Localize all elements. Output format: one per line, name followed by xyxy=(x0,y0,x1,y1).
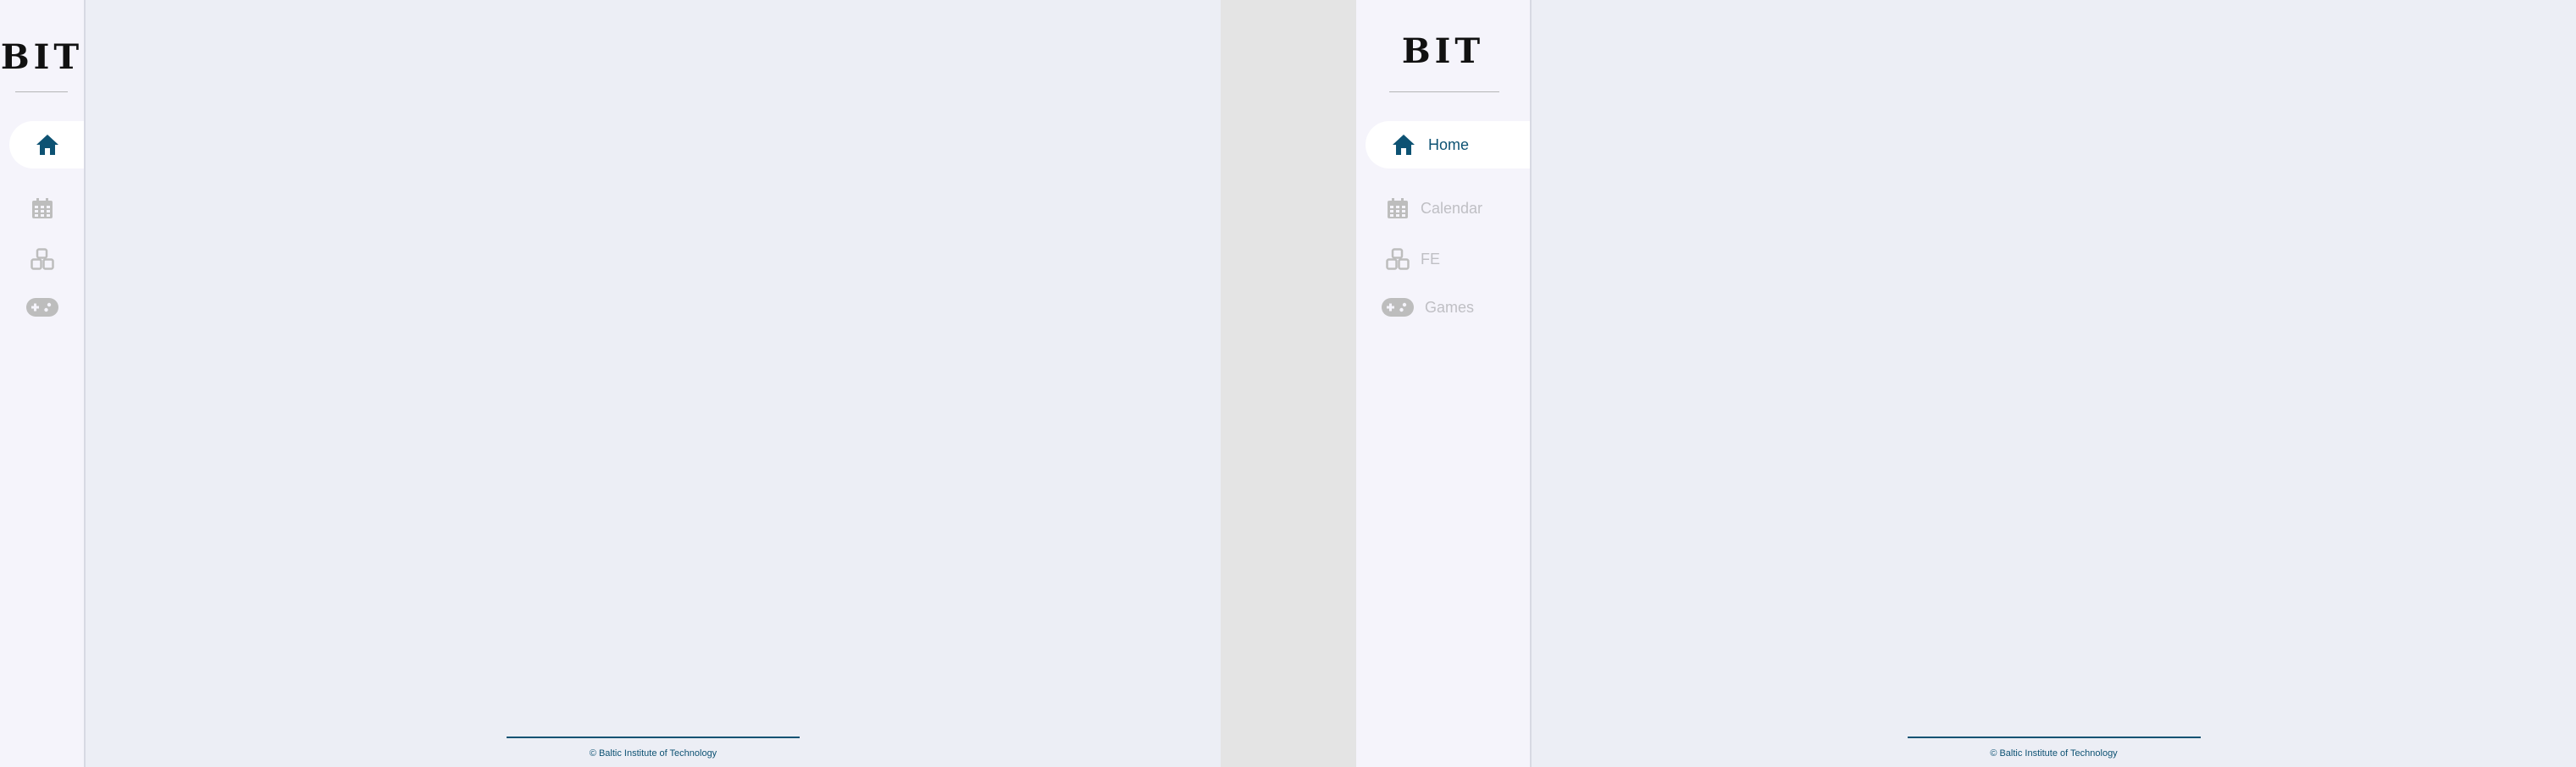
home-icon xyxy=(1391,132,1416,157)
home-icon xyxy=(35,132,60,157)
collapsed-layout: BIT © Baltic Institute of Technology xyxy=(0,0,1221,767)
expanded-layout: BIT Home Calendar FE Games © Baltic Inst… xyxy=(1356,0,2576,767)
footer-divider xyxy=(507,737,800,738)
logo-divider xyxy=(1389,91,1499,92)
sidebar-expanded: BIT Home Calendar FE Games xyxy=(1356,0,1532,767)
gamepad-icon xyxy=(1381,295,1415,320)
sidebar-item-label: FE xyxy=(1421,250,1441,268)
boxes-icon xyxy=(30,246,55,272)
brand-logo[interactable]: BIT xyxy=(1356,31,1530,71)
sidebar-item-fe[interactable] xyxy=(0,235,84,283)
sidebar-item-calendar[interactable] xyxy=(0,185,84,232)
main-content: © Baltic Institute of Technology xyxy=(1532,0,2576,767)
logo-divider xyxy=(15,91,68,92)
sidebar-collapsed: BIT xyxy=(0,0,86,767)
sidebar-item-label: Calendar xyxy=(1421,199,1483,217)
panel-separator xyxy=(1221,0,1356,767)
footer-divider xyxy=(1907,737,2201,738)
main-content: © Baltic Institute of Technology xyxy=(86,0,1221,767)
footer-copyright: © Baltic Institute of Technology xyxy=(1990,748,2118,759)
gamepad-icon xyxy=(25,295,59,320)
brand-logo[interactable]: BIT xyxy=(0,37,84,77)
sidebar-item-home[interactable]: Home xyxy=(1366,121,1530,168)
calendar-icon xyxy=(1385,196,1410,221)
boxes-icon xyxy=(1385,246,1410,272)
footer-copyright: © Baltic Institute of Technology xyxy=(589,748,717,759)
footer: © Baltic Institute of Technology xyxy=(86,737,1221,759)
calendar-icon xyxy=(30,196,55,221)
sidebar-item-label: Home xyxy=(1428,135,1470,153)
sidebar-item-fe[interactable]: FE xyxy=(1356,235,1530,283)
sidebar-item-calendar[interactable]: Calendar xyxy=(1356,185,1530,232)
sidebar-item-label: Games xyxy=(1425,298,1475,316)
footer: © Baltic Institute of Technology xyxy=(1532,737,2576,759)
sidebar-item-home[interactable] xyxy=(9,121,84,168)
sidebar-item-games[interactable] xyxy=(0,284,84,331)
sidebar-item-games[interactable]: Games xyxy=(1356,284,1530,331)
